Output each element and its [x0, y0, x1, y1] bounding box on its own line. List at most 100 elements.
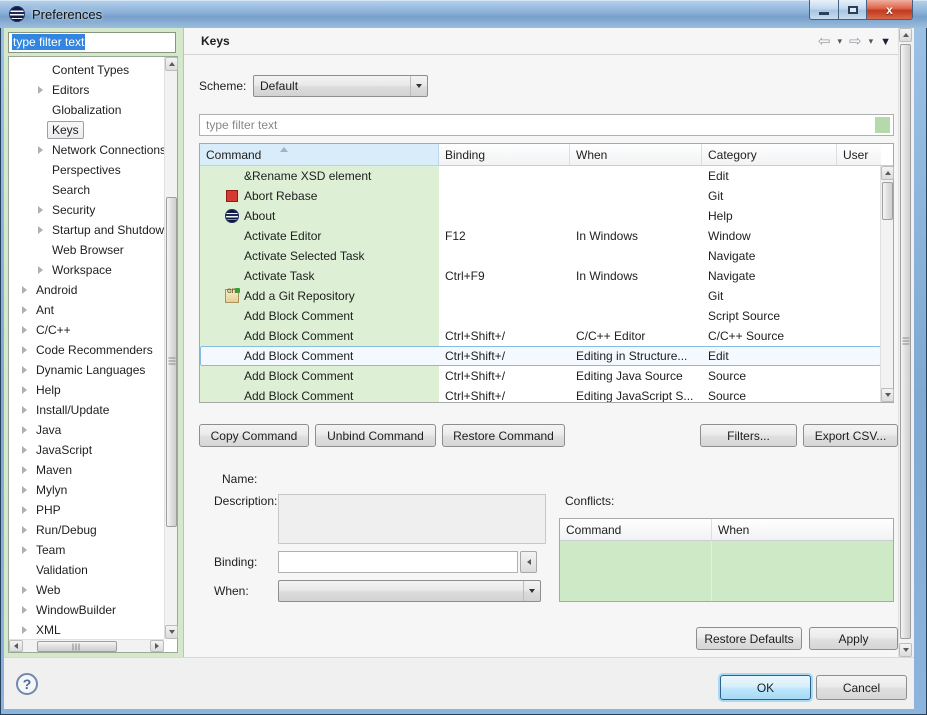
page-vertical-scrollbar[interactable]	[898, 28, 911, 657]
tree-item-install-update[interactable]: Install/Update	[9, 400, 164, 420]
table-row[interactable]: Activate Selected TaskNavigate	[200, 246, 881, 266]
cancel-button[interactable]: Cancel	[816, 675, 907, 700]
tree-item-perspectives[interactable]: Perspectives	[9, 160, 164, 180]
key-filter-input[interactable]: type filter text	[199, 114, 894, 136]
tree-item-network-connections[interactable]: Network Connections	[9, 140, 164, 160]
tree-item-android[interactable]: Android	[9, 280, 164, 300]
expand-arrow-icon[interactable]	[17, 426, 31, 434]
page-scroll-down-button[interactable]	[899, 643, 912, 657]
table-scrollbar-thumb[interactable]	[882, 182, 893, 220]
expand-arrow-icon[interactable]	[17, 546, 31, 554]
binding-input[interactable]	[278, 551, 518, 573]
tree-item-javascript[interactable]: JavaScript	[9, 440, 164, 460]
expand-arrow-icon[interactable]	[17, 606, 31, 614]
expand-arrow-icon[interactable]	[17, 326, 31, 334]
expand-arrow-icon[interactable]	[33, 266, 47, 274]
tree-item-security[interactable]: Security	[9, 200, 164, 220]
copy-command-button[interactable]: Copy Command	[199, 424, 309, 447]
column-header-when[interactable]: When	[570, 144, 702, 165]
view-menu-icon[interactable]: ▼	[880, 36, 891, 48]
filter-options-swatch[interactable]	[875, 117, 890, 133]
expand-arrow-icon[interactable]	[33, 206, 47, 214]
table-row[interactable]: &Rename XSD elementEdit	[200, 166, 881, 186]
apply-button[interactable]: Apply	[809, 627, 898, 650]
column-header-binding[interactable]: Binding	[439, 144, 570, 165]
tree-scroll-down-button[interactable]	[165, 625, 178, 639]
table-vertical-scrollbar[interactable]	[880, 166, 893, 402]
table-row[interactable]: Activate EditorF12In WindowsWindow	[200, 226, 881, 246]
tree-item-search[interactable]: Search	[9, 180, 164, 200]
tree-item-web[interactable]: Web	[9, 580, 164, 600]
conflicts-column-command[interactable]: Command	[560, 519, 712, 540]
expand-arrow-icon[interactable]	[33, 86, 47, 94]
conflicts-column-when[interactable]: When	[712, 519, 893, 540]
table-row[interactable]: Add Block CommentCtrl+Shift+/C/C++ Edito…	[200, 326, 881, 346]
table-row[interactable]: Add Block CommentScript Source	[200, 306, 881, 326]
table-row[interactable]: Add Block CommentCtrl+Shift+/Editing Jav…	[200, 366, 881, 386]
when-combo[interactable]	[278, 580, 541, 602]
tree-item-run-debug[interactable]: Run/Debug	[9, 520, 164, 540]
titlebar[interactable]: Preferences x	[0, 0, 927, 28]
table-row[interactable]: Activate TaskCtrl+F9In WindowsNavigate	[200, 266, 881, 286]
tree-scroll-left-button[interactable]	[9, 640, 23, 652]
tree-horizontal-scrollbar[interactable]	[9, 639, 164, 652]
tree-item-workspace[interactable]: Workspace	[9, 260, 164, 280]
tree-item-xml[interactable]: XML	[9, 620, 164, 639]
close-button[interactable]: x	[867, 0, 913, 20]
expand-arrow-icon[interactable]	[33, 226, 47, 234]
tree-scroll-up-button[interactable]	[165, 57, 178, 71]
maximize-button[interactable]	[839, 0, 867, 20]
tree-vertical-scrollbar[interactable]	[164, 57, 177, 639]
restore-defaults-button[interactable]: Restore Defaults	[696, 627, 802, 650]
tree-item-keys[interactable]: Keys	[9, 120, 164, 140]
back-history-dropdown-icon[interactable]: ▾	[837, 36, 842, 47]
tree-item-web-browser[interactable]: Web Browser	[9, 240, 164, 260]
tree-item-ant[interactable]: Ant	[9, 300, 164, 320]
help-button[interactable]: ?	[16, 673, 38, 695]
scheme-combo[interactable]: Default	[253, 75, 428, 97]
chevron-down-icon[interactable]	[523, 581, 540, 601]
tree-item-mylyn[interactable]: Mylyn	[9, 480, 164, 500]
expand-arrow-icon[interactable]	[17, 406, 31, 414]
filters-button[interactable]: Filters...	[700, 424, 797, 447]
table-row[interactable]: Add Block CommentCtrl+Shift+/Editing Jav…	[200, 386, 881, 402]
unbind-command-button[interactable]: Unbind Command	[315, 424, 436, 447]
table-scroll-up-button[interactable]	[881, 166, 894, 180]
expand-arrow-icon[interactable]	[17, 526, 31, 534]
expand-arrow-icon[interactable]	[17, 586, 31, 594]
tree-hscrollbar-thumb[interactable]	[37, 641, 117, 652]
tree-item-globalization[interactable]: Globalization	[9, 100, 164, 120]
tree-item-dynamic-languages[interactable]: Dynamic Languages	[9, 360, 164, 380]
tree-item-c-c[interactable]: C/C++	[9, 320, 164, 340]
page-scrollbar-thumb[interactable]	[900, 44, 911, 639]
expand-arrow-icon[interactable]	[17, 286, 31, 294]
page-scroll-up-button[interactable]	[899, 28, 912, 42]
expand-arrow-icon[interactable]	[17, 346, 31, 354]
expand-arrow-icon[interactable]	[17, 446, 31, 454]
column-header-command[interactable]: Command	[200, 144, 439, 165]
forward-history-dropdown-icon[interactable]: ▾	[869, 36, 874, 47]
tree-item-java[interactable]: Java	[9, 420, 164, 440]
tree-item-maven[interactable]: Maven	[9, 460, 164, 480]
expand-arrow-icon[interactable]	[17, 386, 31, 394]
forward-arrow-icon[interactable]: ⇨	[849, 34, 862, 49]
back-arrow-icon[interactable]: ⇦	[818, 34, 831, 49]
tree-scrollbar-thumb[interactable]	[166, 197, 177, 527]
binding-capture-arrow-button[interactable]	[520, 551, 537, 573]
expand-arrow-icon[interactable]	[17, 366, 31, 374]
expand-arrow-icon[interactable]	[17, 306, 31, 314]
tree-item-startup-and-shutdown[interactable]: Startup and Shutdown	[9, 220, 164, 240]
tree-item-editors[interactable]: Editors	[9, 80, 164, 100]
table-scroll-down-button[interactable]	[881, 388, 894, 402]
column-header-user[interactable]: User	[837, 144, 881, 165]
tree-item-help[interactable]: Help	[9, 380, 164, 400]
tree-item-validation[interactable]: Validation	[9, 560, 164, 580]
expand-arrow-icon[interactable]	[17, 626, 31, 634]
minimize-button[interactable]	[809, 0, 839, 20]
expand-arrow-icon[interactable]	[17, 506, 31, 514]
tree-scroll-right-button[interactable]	[150, 640, 164, 652]
chevron-down-icon[interactable]	[410, 76, 427, 96]
table-row[interactable]: AboutHelp	[200, 206, 881, 226]
table-row[interactable]: Abort RebaseGit	[200, 186, 881, 206]
ok-button[interactable]: OK	[720, 675, 811, 700]
